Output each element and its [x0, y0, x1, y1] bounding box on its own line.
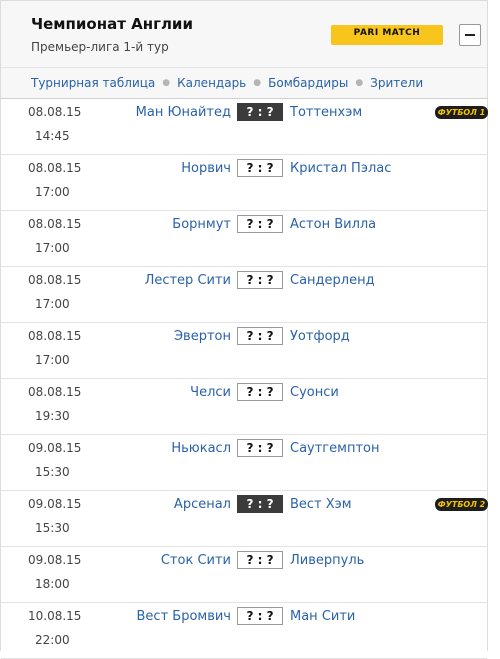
collapse-button[interactable]: [459, 24, 481, 46]
nav-separator: ●: [355, 78, 364, 88]
home-team-link[interactable]: Вест Бромвич: [137, 609, 232, 624]
match-time: 19:30: [35, 409, 70, 423]
match-time: 17:00: [35, 297, 70, 311]
championship-widget: Чемпионат Англии Премьер-лига 1-й тур PA…: [0, 0, 488, 659]
home-team-link[interactable]: Челси: [190, 385, 231, 400]
parimatch-logo[interactable]: PARI MATCH: [331, 25, 443, 45]
nav-attendance-link[interactable]: Зрители: [370, 76, 423, 90]
home-team-link[interactable]: Ньюкасл: [171, 441, 231, 456]
match-row: 09.08.15 15:30 Ньюкасл ? : ? Саутгемптон: [1, 435, 487, 491]
away-team-link[interactable]: Сандерленд: [290, 273, 375, 288]
match-date: 08.08.15: [28, 161, 82, 175]
home-team-link[interactable]: Сток Сити: [161, 553, 231, 568]
match-time: 17:00: [35, 353, 70, 367]
match-time: 14:45: [35, 129, 70, 143]
match-time: 18:00: [35, 577, 70, 591]
match-row: 09.08.15 18:00 Сток Сити ? : ? Ливерпуль: [1, 547, 487, 603]
widget-subtitle: Премьер-лига 1-й тур: [31, 40, 169, 54]
match-date: 10.08.15: [28, 609, 82, 623]
match-date: 09.08.15: [28, 553, 82, 567]
match-time: 22:00: [35, 633, 70, 647]
match-row: 09.08.15 15:30 Арсенал ? : ? Вест Хэм ФУ…: [1, 491, 488, 547]
match-time: 15:30: [35, 465, 70, 479]
nav-scorers-link[interactable]: Бомбардиры: [268, 76, 348, 90]
match-row: 08.08.15 19:30 Челси ? : ? Суонси: [1, 379, 487, 435]
score-box[interactable]: ? : ?: [237, 215, 283, 233]
matches-list: 08.08.15 14:45 Ман Юнайтед ? : ? Тоттенх…: [1, 99, 488, 659]
score-box[interactable]: ? : ?: [237, 327, 283, 345]
home-team-link[interactable]: Эвертон: [174, 329, 231, 344]
match-row: 08.08.15 14:45 Ман Юнайтед ? : ? Тоттенх…: [1, 99, 488, 155]
match-date: 08.08.15: [28, 217, 82, 231]
match-row: 08.08.15 17:00 Норвич ? : ? Кристал Пэла…: [1, 155, 487, 211]
nav-calendar-link[interactable]: Календарь: [177, 76, 246, 90]
match-time: 17:00: [35, 185, 70, 199]
parimatch-logo-text: PARI MATCH: [353, 28, 421, 38]
match-date: 09.08.15: [28, 441, 82, 455]
score-box[interactable]: ? : ?: [237, 159, 283, 177]
match-row: 08.08.15 17:00 Эвертон ? : ? Уотфорд: [1, 323, 487, 379]
nav-separator: ●: [162, 78, 171, 88]
nav-separator: ●: [253, 78, 262, 88]
away-team-link[interactable]: Астон Вилла: [290, 217, 376, 232]
home-team-link[interactable]: Ман Юнайтед: [136, 105, 231, 120]
widget-nav: Турнирная таблица ● Календарь ● Бомбарди…: [1, 68, 487, 99]
match-date: 09.08.15: [28, 497, 82, 511]
away-team-link[interactable]: Ливерпуль: [290, 553, 364, 568]
match-date: 08.08.15: [28, 329, 82, 343]
away-team-link[interactable]: Уотфорд: [290, 329, 350, 344]
match-date: 08.08.15: [28, 273, 82, 287]
score-box[interactable]: ? : ?: [237, 383, 283, 401]
widget-title: Чемпионат Англии: [31, 15, 193, 33]
away-team-link[interactable]: Вест Хэм: [290, 497, 352, 512]
tv-channel-logo: ФУТБОЛ 2: [435, 498, 488, 511]
away-team-link[interactable]: Кристал Пэлас: [290, 161, 391, 176]
score-box[interactable]: ? : ?: [237, 271, 283, 289]
score-box[interactable]: ? : ?: [237, 103, 283, 121]
score-box[interactable]: ? : ?: [237, 439, 283, 457]
home-team-link[interactable]: Норвич: [181, 161, 231, 176]
widget-header: Чемпионат Англии Премьер-лига 1-й тур PA…: [1, 1, 487, 68]
match-date: 08.08.15: [28, 385, 82, 399]
match-row: 08.08.15 17:00 Борнмут ? : ? Астон Вилла: [1, 211, 487, 267]
away-team-link[interactable]: Тоттенхэм: [290, 105, 362, 120]
home-team-link[interactable]: Арсенал: [174, 497, 231, 512]
match-time: 15:30: [35, 521, 70, 535]
away-team-link[interactable]: Ман Сити: [290, 609, 355, 624]
away-team-link[interactable]: Саутгемптон: [290, 441, 379, 456]
match-row: 08.08.15 17:00 Лестер Сити ? : ? Сандерл…: [1, 267, 487, 323]
nav-standings-link[interactable]: Турнирная таблица: [31, 76, 155, 90]
tv-channel-logo: ФУТБОЛ 1: [435, 106, 488, 119]
away-team-link[interactable]: Суонси: [290, 385, 339, 400]
match-date: 08.08.15: [28, 105, 82, 119]
score-box[interactable]: ? : ?: [237, 495, 283, 513]
minus-icon: [465, 34, 475, 36]
match-time: 17:00: [35, 241, 70, 255]
score-box[interactable]: ? : ?: [237, 551, 283, 569]
score-box[interactable]: ? : ?: [237, 607, 283, 625]
home-team-link[interactable]: Борнмут: [172, 217, 231, 232]
home-team-link[interactable]: Лестер Сити: [145, 273, 231, 288]
